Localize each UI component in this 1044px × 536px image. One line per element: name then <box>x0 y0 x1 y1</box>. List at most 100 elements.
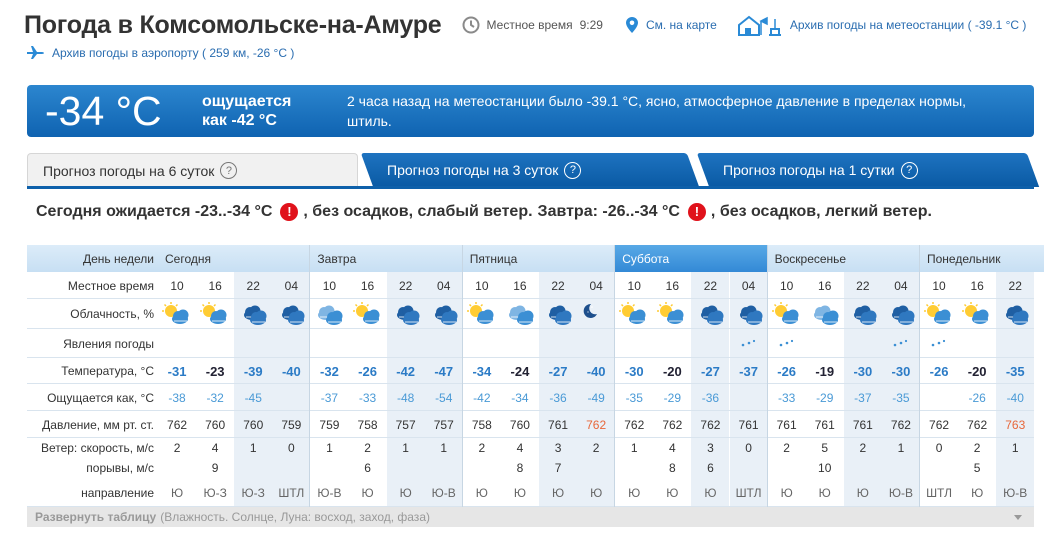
sun-cloud-icon <box>771 302 799 324</box>
row-label-weekday: День недели <box>27 245 158 272</box>
pressure-cell: 762 <box>890 417 911 432</box>
wind-speed-cell: 0 <box>745 441 752 455</box>
snow-icon <box>768 329 806 358</box>
row-label-feels: Ощущается как, °C <box>47 390 154 405</box>
time-cell: 04 <box>284 278 299 293</box>
temperature-cell: -20 <box>967 363 987 379</box>
feels-cell: -38 <box>168 390 186 405</box>
wind-direction-cell: Ю <box>361 485 374 500</box>
sun-cloud-icon <box>920 299 958 329</box>
current-weather-banner: -34 °C ощущается как -42 °C 2 часа назад… <box>27 85 1034 137</box>
temperature-cell: -24 <box>510 363 530 379</box>
day-header[interactable]: Воскресенье <box>767 245 919 272</box>
feels-like: ощущается как -42 °C <box>202 93 292 129</box>
gust-cell <box>272 458 310 478</box>
wind-speed-cell: 2 <box>592 441 600 455</box>
wind-direction-cell: Ю <box>666 485 679 500</box>
wind-direction-cell: Ю <box>704 485 717 500</box>
help-icon[interactable]: ? <box>220 162 238 179</box>
sun-cloud-icon <box>958 299 996 329</box>
tab-3-days[interactable]: Прогноз погоды на 3 суток ? <box>367 153 693 187</box>
day-header[interactable]: Сегодня <box>158 245 310 272</box>
feels-cell: -33 <box>358 390 377 405</box>
moon-cloud-icon <box>272 299 310 329</box>
row-label-local-time: Местное время <box>67 278 154 293</box>
alert-icon[interactable]: ! <box>687 203 706 221</box>
gust-cell: 9 <box>211 461 219 475</box>
temperature-cell: -39 <box>243 363 263 379</box>
gust-cell <box>615 458 653 478</box>
pressure-cell: 757 <box>395 417 416 432</box>
day-header[interactable]: Завтра <box>310 245 462 272</box>
day-header[interactable]: Пятница <box>462 245 615 272</box>
day-header[interactable]: Понедельник <box>920 245 1044 272</box>
map-link[interactable]: См. на карте <box>625 16 717 34</box>
gust-cell: 6 <box>707 461 714 475</box>
cloudy-icon <box>318 305 343 325</box>
feels-cell: -36 <box>701 390 720 405</box>
feels-cell: -35 <box>892 390 910 405</box>
local-time: Местное время 9:29 <box>462 16 603 34</box>
alert-icon[interactable]: ! <box>280 203 299 221</box>
sun-cloud-icon <box>653 299 691 329</box>
time-cell: 16 <box>208 278 222 293</box>
wind-speed-cell: 2 <box>783 441 790 455</box>
moon-cloud-icon <box>996 299 1034 329</box>
station-archive-link[interactable]: Архив погоды на метеостанции ( -39.1 °C … <box>737 13 1026 37</box>
pressure-cell: 757 <box>433 417 454 432</box>
help-icon[interactable]: ? <box>564 161 582 179</box>
page-header: Погода в Комсомольске-на-Амуре Местное в… <box>24 10 1026 40</box>
feels-cell: -36 <box>549 390 567 405</box>
tab-1-day[interactable]: Прогноз погоды на 1 сутки ? <box>703 153 1033 187</box>
gust-cell: 10 <box>818 461 832 475</box>
wind-speed-cell: 1 <box>630 441 638 455</box>
wind-direction-cell: ШТЛ <box>735 485 762 500</box>
clock-icon <box>462 16 480 34</box>
wind-speed-cell: 2 <box>973 441 981 455</box>
pressure-cell: 762 <box>586 417 607 432</box>
help-icon[interactable]: ? <box>900 161 918 179</box>
time-cell: 10 <box>475 278 489 293</box>
wind-speed-cell: 2 <box>859 441 867 455</box>
time-cell: 22 <box>703 278 718 293</box>
feels-cell <box>920 384 958 411</box>
feels-cell: -29 <box>816 390 834 405</box>
gust-cell: 7 <box>554 461 562 475</box>
temperature-cell: -31 <box>167 363 187 379</box>
gust-cell: 5 <box>973 461 981 475</box>
feels-cell <box>730 384 768 411</box>
sun-cloud-icon <box>463 299 501 329</box>
feels-cell: -35 <box>625 390 643 405</box>
row-label-direction: направление <box>81 485 154 500</box>
wind-direction-cell: Ю <box>513 485 526 500</box>
wind-direction-cell: Ю <box>590 485 603 500</box>
airport-archive-link[interactable]: Архив погоды в аэропорту ( 259 км, -26 °… <box>26 46 294 60</box>
moon-cloud-icon <box>739 305 763 325</box>
row-label-cloud: Облачность, % <box>70 307 154 321</box>
wind-direction-cell: Ю-В <box>431 485 456 500</box>
row-label-gusts: порывы, м/с <box>86 461 154 475</box>
pressure-cell: 760 <box>243 417 264 432</box>
gust-cell <box>463 458 501 478</box>
time-cell: 16 <box>360 278 375 293</box>
wind-speed-cell: 4 <box>669 441 676 455</box>
expand-table-link[interactable]: Развернуть таблицу <box>35 510 156 524</box>
feels-cell: -26 <box>968 390 986 405</box>
wind-speed-cell: 1 <box>402 441 409 455</box>
gust-cell <box>996 458 1034 478</box>
row-label-pressure: Давление, мм рт. ст. <box>42 417 154 432</box>
moon-cloud-icon <box>234 299 272 329</box>
wind-speed-cell: 1 <box>897 441 905 455</box>
sun-cloud-icon <box>352 302 380 324</box>
wind-direction-cell: Ю <box>399 485 412 500</box>
pressure-cell: 762 <box>662 417 683 432</box>
time-cell: 22 <box>856 278 870 293</box>
temperature-cell: -19 <box>815 363 835 379</box>
wind-speed-cell: 1 <box>1011 441 1019 455</box>
weather-station-icon <box>737 13 783 37</box>
expand-table-bar[interactable]: Развернуть таблицу (Влажность. Солнце, Л… <box>27 507 1034 527</box>
sun-cloud-icon <box>349 299 387 329</box>
day-header[interactable]: Суббота <box>615 245 767 272</box>
tab-6-days[interactable]: Прогноз погоды на 6 суток ? <box>27 153 358 187</box>
pressure-cell: 761 <box>776 417 797 432</box>
